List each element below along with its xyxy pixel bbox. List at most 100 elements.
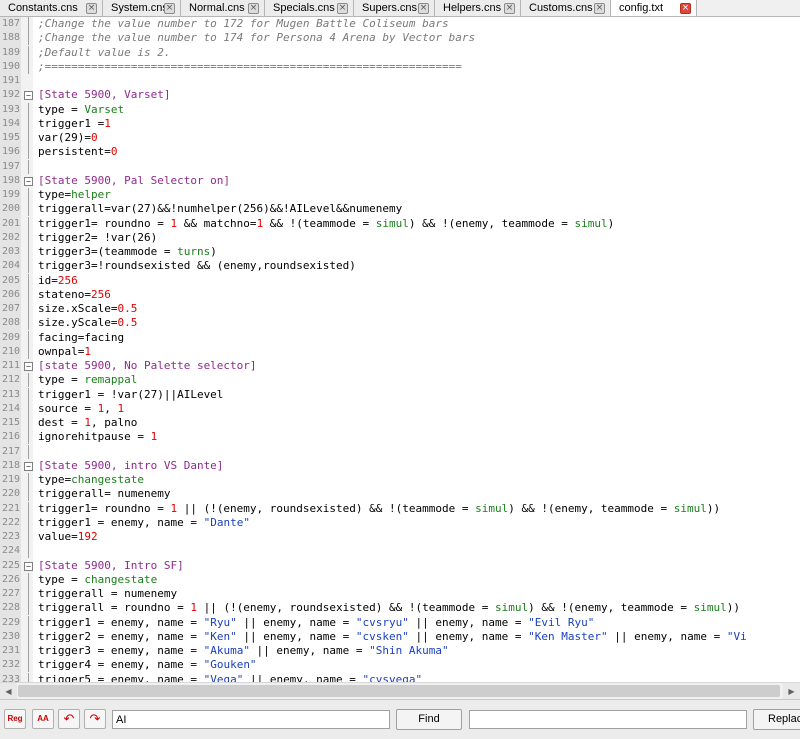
close-icon[interactable]: × bbox=[86, 3, 97, 14]
code-line[interactable]: 224 bbox=[0, 544, 800, 559]
code-line[interactable]: 228 triggerall = roundno = 1 || (!(enemy,… bbox=[0, 601, 800, 616]
code-line[interactable]: 201 trigger1= roundno = 1 && matchno=1 &&… bbox=[0, 216, 800, 231]
undo-arrow-icon[interactable]: ↶ bbox=[58, 709, 80, 729]
replace-input[interactable] bbox=[469, 710, 747, 729]
code-token: "Ryu" bbox=[203, 615, 237, 629]
code-line[interactable]: 219 type=changestate bbox=[0, 473, 800, 488]
code-line[interactable]: 196 persistent=0 bbox=[0, 145, 800, 160]
code-line[interactable]: 205 id=256 bbox=[0, 273, 800, 288]
code-token: "cvsvega" bbox=[362, 672, 423, 683]
code-line[interactable]: 222 trigger1 = enemy, name = "Dante" bbox=[0, 515, 800, 530]
code-token: "cvsryu" bbox=[355, 615, 409, 629]
tab-helpers-cns[interactable]: Helpers.cns × bbox=[435, 0, 521, 16]
regex-toggle-button[interactable]: Reg bbox=[4, 709, 26, 729]
tab-customs-cns[interactable]: Customs.cns × bbox=[521, 0, 611, 16]
code-line[interactable]: 216 ignorehitpause = 1 bbox=[0, 430, 800, 445]
code-line[interactable]: 214 source = 1, 1 bbox=[0, 401, 800, 416]
code-line[interactable]: 227 triggerall = numenemy bbox=[0, 587, 800, 602]
fold-minus-icon[interactable]: − bbox=[24, 461, 33, 471]
line-number: 214 bbox=[1, 402, 20, 414]
scroll-right-icon[interactable]: ▶ bbox=[783, 683, 800, 700]
code-line[interactable]: 192− [State 5900, Varset] bbox=[0, 88, 800, 102]
fold-guide bbox=[28, 658, 29, 673]
code-editor[interactable]: 187 ;Change the value number to 172 for M… bbox=[0, 17, 800, 682]
fold-minus-icon[interactable]: − bbox=[24, 176, 33, 186]
tab-system-cns[interactable]: System.cns × bbox=[103, 0, 181, 16]
close-icon[interactable]: × bbox=[164, 3, 175, 14]
find-input[interactable] bbox=[112, 710, 390, 729]
code-line[interactable]: 193 type = Varset bbox=[0, 102, 800, 117]
tab-constants-cns[interactable]: Constants.cns × bbox=[0, 0, 103, 16]
code-line[interactable]: 191 bbox=[0, 74, 800, 88]
close-icon[interactable]: × bbox=[594, 3, 605, 14]
code-line[interactable]: 218− [State 5900, intro VS Dante] bbox=[0, 459, 800, 473]
tab-config-txt[interactable]: config.txt × bbox=[611, 0, 697, 16]
code-line[interactable]: 221 trigger1= roundno = 1 || (!(enemy, ro… bbox=[0, 501, 800, 516]
code-line[interactable]: 233 trigger5 = enemy, name = "Vega" || en… bbox=[0, 672, 800, 683]
code-line[interactable]: 220 triggerall= numenemy bbox=[0, 487, 800, 502]
code-token: size.yScale= bbox=[38, 316, 118, 330]
fold-minus-icon[interactable]: − bbox=[24, 91, 33, 101]
redo-arrow-icon[interactable]: ↷ bbox=[84, 709, 106, 729]
code-line[interactable]: 217 bbox=[0, 444, 800, 459]
code-line[interactable]: 229 trigger1 = enemy, name = "Ryu" || ene… bbox=[0, 615, 800, 630]
code-line[interactable]: 226 type = changestate bbox=[0, 572, 800, 587]
code-text: type=changestate bbox=[38, 473, 144, 487]
scrollbar-thumb[interactable] bbox=[18, 685, 780, 697]
close-icon[interactable]: × bbox=[680, 3, 691, 14]
code-line[interactable]: 231 trigger3 = enemy, name = "Akuma" || e… bbox=[0, 644, 800, 659]
line-number: 220 bbox=[1, 488, 20, 500]
code-line[interactable]: 230 trigger2 = enemy, name = "Ken" || ene… bbox=[0, 629, 800, 644]
code-token: && matchno= bbox=[177, 216, 257, 230]
code-line[interactable]: 225− [State 5900, Intro SF] bbox=[0, 559, 800, 573]
code-token: 0 bbox=[90, 131, 98, 144]
close-icon[interactable]: × bbox=[418, 3, 429, 14]
code-line[interactable]: 232 trigger4 = enemy, name = "Gouken" bbox=[0, 658, 800, 673]
code-line[interactable]: 190 ;====================================… bbox=[0, 59, 800, 74]
code-line[interactable]: 189 ;Default value is 2. bbox=[0, 45, 800, 60]
code-line[interactable]: 187 ;Change the value number to 172 for M… bbox=[0, 17, 800, 32]
line-number: 188 bbox=[1, 32, 20, 44]
line-number: 199 bbox=[1, 189, 20, 200]
code-token: 1 bbox=[84, 416, 91, 429]
horizontal-scrollbar[interactable]: ◀ ▶ bbox=[0, 682, 800, 700]
close-icon[interactable]: × bbox=[504, 3, 515, 14]
code-line[interactable]: 202 trigger2= !var(26) bbox=[0, 230, 800, 245]
code-line[interactable]: 197 bbox=[0, 159, 800, 174]
code-line[interactable]: 195 var(29)=0 bbox=[0, 131, 800, 146]
code-text: dest = 1, palno bbox=[38, 416, 137, 430]
code-token: || enemy, name = bbox=[243, 672, 363, 683]
fold-minus-icon[interactable]: − bbox=[24, 362, 33, 371]
close-icon[interactable]: × bbox=[248, 3, 259, 14]
replace-button[interactable]: Replace bbox=[753, 709, 800, 730]
code-line[interactable]: 199 type=helper bbox=[0, 188, 800, 203]
code-line[interactable]: 213 trigger1 = !var(27)||AILevel bbox=[0, 387, 800, 402]
tab-supers-cns[interactable]: Supers.cns × bbox=[354, 0, 435, 16]
code-line[interactable]: 203 trigger3=(teammode = turns) bbox=[0, 245, 800, 260]
code-line[interactable]: 188 ;Change the value number to 174 for P… bbox=[0, 31, 800, 46]
code-line[interactable]: 223 value=192 bbox=[0, 530, 800, 545]
scroll-left-icon[interactable]: ◀ bbox=[0, 683, 17, 700]
code-line[interactable]: 194 trigger1 =1 bbox=[0, 116, 800, 131]
fold-guide bbox=[28, 330, 29, 345]
tab-normal-cns[interactable]: Normal.cns × bbox=[181, 0, 265, 16]
code-line[interactable]: 211− [state 5900, No Palette selector] bbox=[0, 359, 800, 373]
code-line[interactable]: 212 type = remappal bbox=[0, 373, 800, 388]
code-line[interactable]: 207 size.xScale=0.5 bbox=[0, 302, 800, 317]
match-case-toggle-button[interactable]: AA bbox=[32, 709, 54, 729]
code-line[interactable]: 210 ownpal=1 bbox=[0, 344, 800, 359]
code-line[interactable]: 206 stateno=256 bbox=[0, 287, 800, 302]
code-line[interactable]: 215 dest = 1, palno bbox=[0, 416, 800, 431]
fold-guide bbox=[28, 17, 29, 32]
tab-specials-cns[interactable]: Specials.cns × bbox=[265, 0, 354, 16]
code-line[interactable]: 198− [State 5900, Pal Selector on] bbox=[0, 174, 800, 188]
line-number: 207 bbox=[1, 303, 20, 314]
close-icon[interactable]: × bbox=[337, 3, 348, 14]
code-token: trigger1 = bbox=[38, 116, 105, 130]
find-button[interactable]: Find bbox=[396, 709, 462, 730]
fold-minus-icon[interactable]: − bbox=[24, 561, 33, 571]
code-line[interactable]: 204 trigger3=!roundsexisted && (enemy,rou… bbox=[0, 259, 800, 274]
code-line[interactable]: 209 facing=facing bbox=[0, 330, 800, 345]
code-line[interactable]: 208 size.yScale=0.5 bbox=[0, 316, 800, 331]
code-line[interactable]: 200 triggerall=var(27)&&!numhelper(256)&&… bbox=[0, 202, 800, 217]
